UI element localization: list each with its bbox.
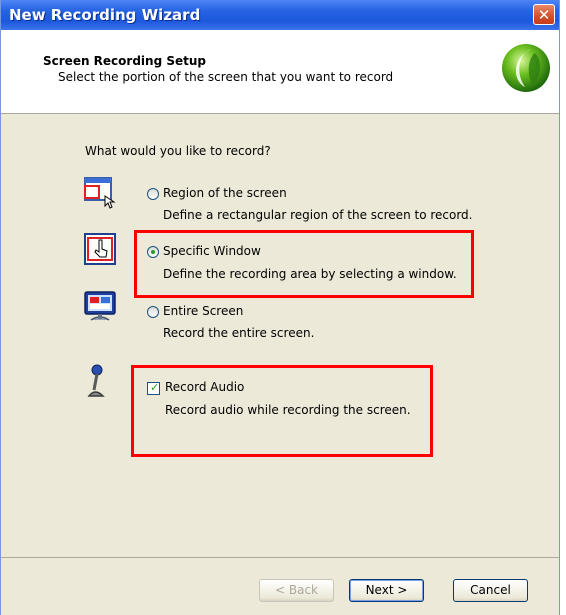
title-bar[interactable]: New Recording Wizard ✕	[1, 0, 559, 30]
window-select-icon	[84, 233, 116, 265]
highlight-box-audio	[131, 365, 433, 457]
wizard-window: New Recording Wizard ✕ Screen Recording …	[0, 0, 560, 615]
option-region-description: Define a rectangular region of the scree…	[163, 208, 473, 222]
close-icon: ✕	[537, 6, 551, 24]
wizard-content: What would you like to record? Region of…	[1, 114, 559, 574]
close-button[interactable]: ✕	[533, 4, 555, 25]
highlight-box-window	[134, 230, 474, 298]
footer-divider	[1, 557, 559, 558]
microphone-icon	[87, 364, 105, 397]
question-label: What would you like to record?	[85, 144, 271, 158]
radio-entire-screen[interactable]	[147, 306, 159, 318]
option-entire-screen-description: Record the entire screen.	[163, 326, 315, 340]
cancel-button[interactable]: Cancel	[453, 579, 528, 602]
green-orb-logo-icon	[502, 44, 550, 92]
page-title: Screen Recording Setup	[43, 54, 206, 68]
radio-region[interactable]	[147, 188, 159, 200]
window-title: New Recording Wizard	[9, 6, 201, 24]
monitor-icon	[84, 291, 116, 321]
option-region-label[interactable]: Region of the screen	[163, 186, 287, 200]
wizard-header: Screen Recording Setup Select the portio…	[1, 30, 559, 114]
page-subtitle: Select the portion of the screen that yo…	[58, 70, 394, 84]
back-button[interactable]: < Back	[259, 579, 334, 602]
option-entire-screen-label[interactable]: Entire Screen	[163, 304, 243, 318]
next-button[interactable]: Next >	[349, 579, 424, 602]
region-select-icon	[84, 177, 116, 209]
